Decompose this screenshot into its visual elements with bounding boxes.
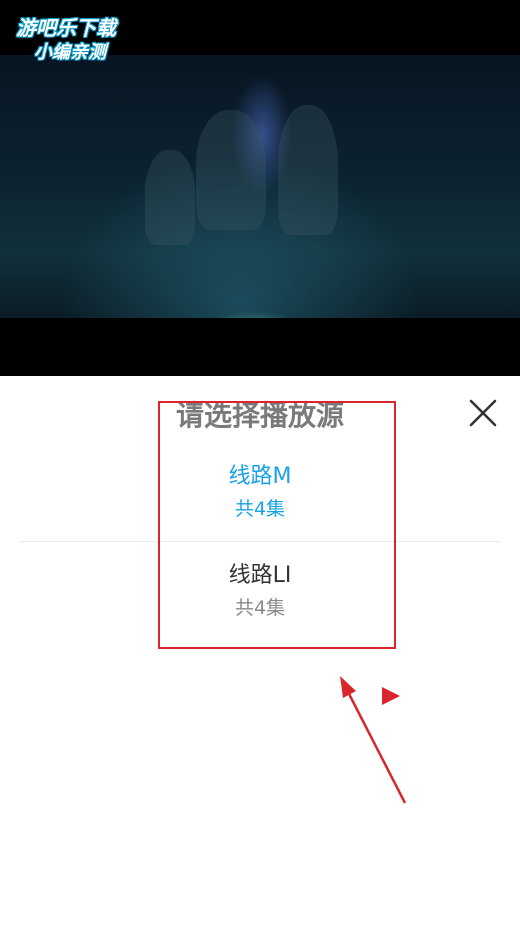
annotation-highlight-box <box>158 401 396 649</box>
figure-silhouette <box>145 150 195 245</box>
video-frame <box>0 55 520 318</box>
figure-silhouette <box>278 105 338 235</box>
close-icon[interactable] <box>466 396 500 430</box>
watermark-logo: 游吧乐下载 小编亲测 <box>10 10 150 64</box>
watermark-line2: 小编亲测 <box>34 42 106 63</box>
watermark-line1: 游吧乐下载 <box>16 16 116 40</box>
figure-silhouette <box>196 110 266 230</box>
video-player[interactable]: 游吧乐下载 小编亲测 <box>0 0 520 376</box>
